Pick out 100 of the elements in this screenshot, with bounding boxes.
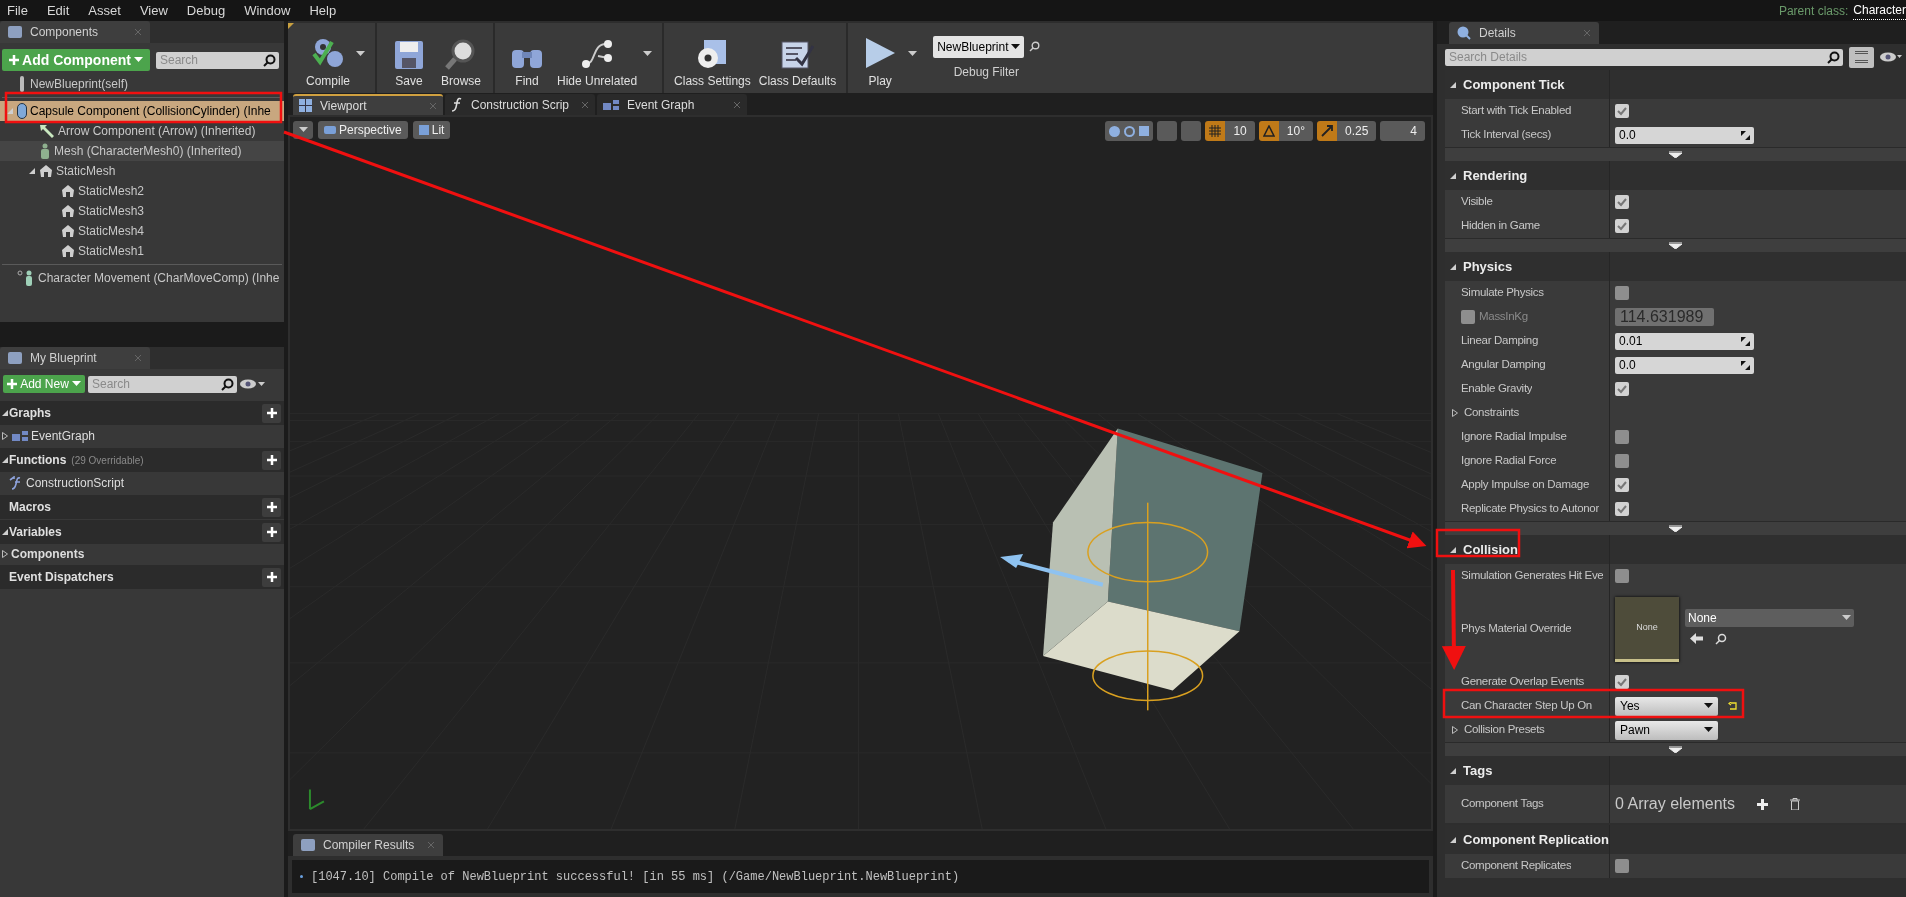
menu-item[interactable]: Edit: [46, 0, 70, 21]
tree-item[interactable]: StaticMesh1: [0, 241, 284, 261]
advanced-toggle[interactable]: [1445, 742, 1906, 756]
collapsed-triangle-icon[interactable]: [1, 432, 9, 440]
search-icon[interactable]: [1028, 41, 1040, 52]
editor-tab[interactable]: Construction Scrip: [445, 94, 595, 115]
material-thumbnail[interactable]: None: [1615, 596, 1679, 662]
checkbox[interactable]: [1615, 195, 1629, 209]
expanded-triangle-icon[interactable]: [0, 456, 9, 464]
toolbar-button[interactable]: Browse: [439, 23, 483, 93]
checkbox[interactable]: [1615, 502, 1629, 516]
add-button[interactable]: [262, 522, 281, 542]
drag-handle-icon[interactable]: [1741, 360, 1750, 370]
menu-item[interactable]: Window: [244, 0, 291, 21]
toolbar-button[interactable]: Save: [387, 23, 431, 93]
menu-item[interactable]: Debug: [186, 0, 226, 21]
section-header[interactable]: Rendering: [1463, 165, 1528, 186]
advanced-toggle[interactable]: [1445, 147, 1906, 161]
tree-item[interactable]: StaticMesh: [0, 161, 284, 181]
expanded-triangle-icon[interactable]: [1449, 171, 1457, 180]
search-icon[interactable]: [1715, 632, 1727, 645]
section-header[interactable]: Macros: [9, 498, 52, 516]
list-item[interactable]: EventGraph: [31, 427, 96, 445]
toolbar-button[interactable]: Find: [505, 23, 549, 93]
toolbar-button[interactable]: Class Defaults: [758, 23, 837, 93]
menu-item[interactable]: Help: [309, 0, 337, 21]
checkbox[interactable]: [1615, 454, 1629, 468]
section-header[interactable]: Physics: [1463, 256, 1513, 277]
section-header[interactable]: Tags: [1463, 760, 1493, 781]
eye-icon[interactable]: [1880, 52, 1902, 62]
list-item[interactable]: ConstructionScript: [26, 474, 125, 492]
section-header[interactable]: Component Tick: [1463, 74, 1565, 95]
section-header[interactable]: Functions: [9, 451, 67, 469]
editor-tab[interactable]: Viewport: [293, 94, 443, 115]
section-header[interactable]: Variables: [9, 523, 62, 541]
advanced-toggle[interactable]: [1445, 238, 1906, 252]
tree-item[interactable]: Capsule Component (CollisionCylinder) (Inhe: [0, 101, 284, 121]
advanced-toggle[interactable]: [1445, 521, 1906, 535]
menu-item[interactable]: View: [139, 0, 168, 21]
number-field[interactable]: 0.01: [1615, 332, 1754, 350]
toolbar-button[interactable]: Hide Unrelated: [557, 23, 638, 93]
menu-item[interactable]: Asset: [88, 0, 121, 21]
add-button[interactable]: [262, 450, 281, 470]
scale-snap-icon[interactable]: [1316, 121, 1337, 141]
expanded-triangle-icon[interactable]: [1449, 766, 1457, 775]
expanded-triangle-icon[interactable]: [1449, 80, 1457, 89]
combo-box[interactable]: Yes: [1615, 696, 1718, 716]
checkbox[interactable]: [1615, 569, 1629, 583]
tree-item[interactable]: NewBlueprint(self): [0, 74, 284, 94]
drag-handle-icon[interactable]: [1741, 130, 1750, 140]
collapsed-triangle-icon[interactable]: [1451, 726, 1459, 734]
close-icon[interactable]: [733, 100, 741, 109]
number-field[interactable]: 0.0: [1615, 126, 1754, 144]
trash-icon[interactable]: [1790, 798, 1801, 810]
search-field[interactable]: Search: [88, 375, 237, 393]
debug-filter-dropdown[interactable]: NewBlueprint: [933, 35, 1024, 58]
expanded-triangle-icon[interactable]: [1449, 835, 1457, 844]
search-field[interactable]: Search: [156, 51, 279, 69]
add-button[interactable]: [262, 403, 281, 423]
expanded-triangle-icon[interactable]: [1449, 545, 1457, 554]
snap-value[interactable]: 0.25: [1336, 121, 1377, 141]
menu-item[interactable]: File: [7, 0, 28, 21]
collapsed-triangle-icon[interactable]: [1, 550, 9, 558]
tree-item[interactable]: StaticMesh2: [0, 181, 284, 201]
expanded-triangle-icon[interactable]: [0, 528, 9, 536]
checkbox[interactable]: [1615, 219, 1629, 233]
eye-icon[interactable]: [240, 379, 266, 389]
perspective-button[interactable]: Perspective: [318, 121, 408, 139]
search-details-field[interactable]: Search Details: [1445, 48, 1843, 66]
toolbar-button[interactable]: Compile: [306, 23, 350, 93]
editor-tab[interactable]: Event Graph: [597, 94, 747, 115]
section-header[interactable]: Graphs: [9, 404, 51, 422]
plus-icon[interactable]: [1757, 798, 1769, 810]
left-arrow-icon[interactable]: [1690, 633, 1703, 644]
list-view-icon[interactable]: [1849, 46, 1874, 68]
tree-item[interactable]: Mesh (CharacterMesh0) (Inherited): [0, 141, 284, 161]
tree-item[interactable]: StaticMesh3: [0, 201, 284, 221]
add-button[interactable]: [262, 567, 281, 587]
section-header[interactable]: Collision: [1463, 539, 1518, 560]
number-field[interactable]: 0.0: [1615, 356, 1754, 374]
section-header[interactable]: Component Replication: [1463, 829, 1609, 850]
parent-class-link[interactable]: Character: [1853, 1, 1906, 20]
angle-snap-icon[interactable]: [1258, 121, 1279, 141]
asset-dropdown[interactable]: None: [1685, 608, 1854, 627]
lit-button[interactable]: Lit: [412, 121, 451, 139]
transform-tools[interactable]: [1105, 121, 1154, 141]
combo-box[interactable]: Pawn: [1615, 720, 1718, 740]
toolbar-button[interactable]: Play: [858, 23, 903, 93]
add-button[interactable]: [262, 497, 281, 517]
snap-value[interactable]: 10°: [1278, 121, 1313, 141]
tree-item[interactable]: StaticMesh4: [0, 221, 284, 241]
viewport-menu-button[interactable]: [293, 121, 313, 139]
checkbox[interactable]: [1615, 382, 1629, 396]
close-icon[interactable]: [581, 100, 589, 109]
collapsed-triangle-icon[interactable]: [1451, 409, 1459, 417]
expanded-triangle-icon[interactable]: [28, 167, 36, 175]
checkbox[interactable]: [1615, 675, 1629, 689]
grid-snap-icon[interactable]: [1205, 121, 1226, 141]
expanded-triangle-icon[interactable]: [1449, 262, 1457, 271]
snap-value[interactable]: 10: [1225, 121, 1255, 141]
